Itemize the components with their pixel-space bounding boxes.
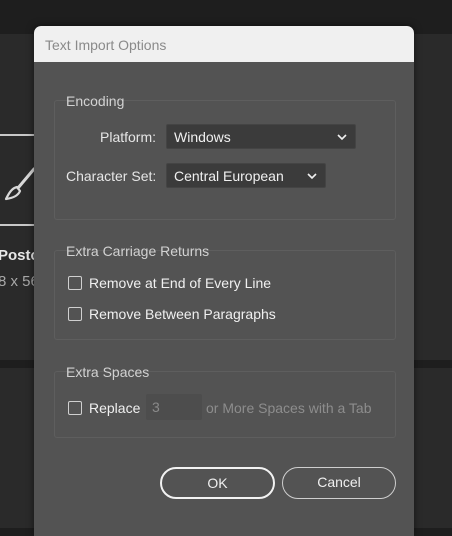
carriage-returns-group-label: Extra Carriage Returns <box>66 243 210 259</box>
chevron-down-icon <box>307 173 317 180</box>
ok-button[interactable]: OK <box>160 467 275 499</box>
platform-select-value: Windows <box>174 129 231 145</box>
remove-between-paragraphs-label[interactable]: Remove Between Paragraphs <box>89 306 276 322</box>
replace-spaces-checkbox[interactable] <box>68 401 82 415</box>
carriage-returns-group <box>54 250 396 340</box>
spaces-suffix-label: or More Spaces with a Tab <box>206 400 372 416</box>
charset-select-value: Central European <box>174 168 284 184</box>
encoding-group <box>54 100 396 220</box>
cancel-button[interactable]: Cancel <box>282 467 396 499</box>
spaces-count-input[interactable]: 3 <box>146 394 202 420</box>
charset-select[interactable]: Central European <box>166 163 326 188</box>
platform-label: Platform: <box>100 129 157 145</box>
remove-between-paragraphs-checkbox[interactable] <box>68 307 82 321</box>
encoding-group-label: Encoding <box>66 93 125 109</box>
dialog-title: Text Import Options <box>45 37 167 53</box>
chevron-down-icon <box>337 134 347 141</box>
text-import-options-dialog: Text Import Options Encoding Platform: W… <box>34 26 414 536</box>
charset-label: Character Set: <box>66 168 157 184</box>
replace-label[interactable]: Replace <box>89 400 140 416</box>
extra-spaces-group-label: Extra Spaces <box>66 364 150 380</box>
paintbrush-icon <box>4 167 36 201</box>
remove-end-line-checkbox[interactable] <box>68 276 82 290</box>
remove-end-line-label[interactable]: Remove at End of Every Line <box>89 275 271 291</box>
platform-select[interactable]: Windows <box>166 124 356 149</box>
dialog-titlebar[interactable]: Text Import Options <box>34 26 414 62</box>
